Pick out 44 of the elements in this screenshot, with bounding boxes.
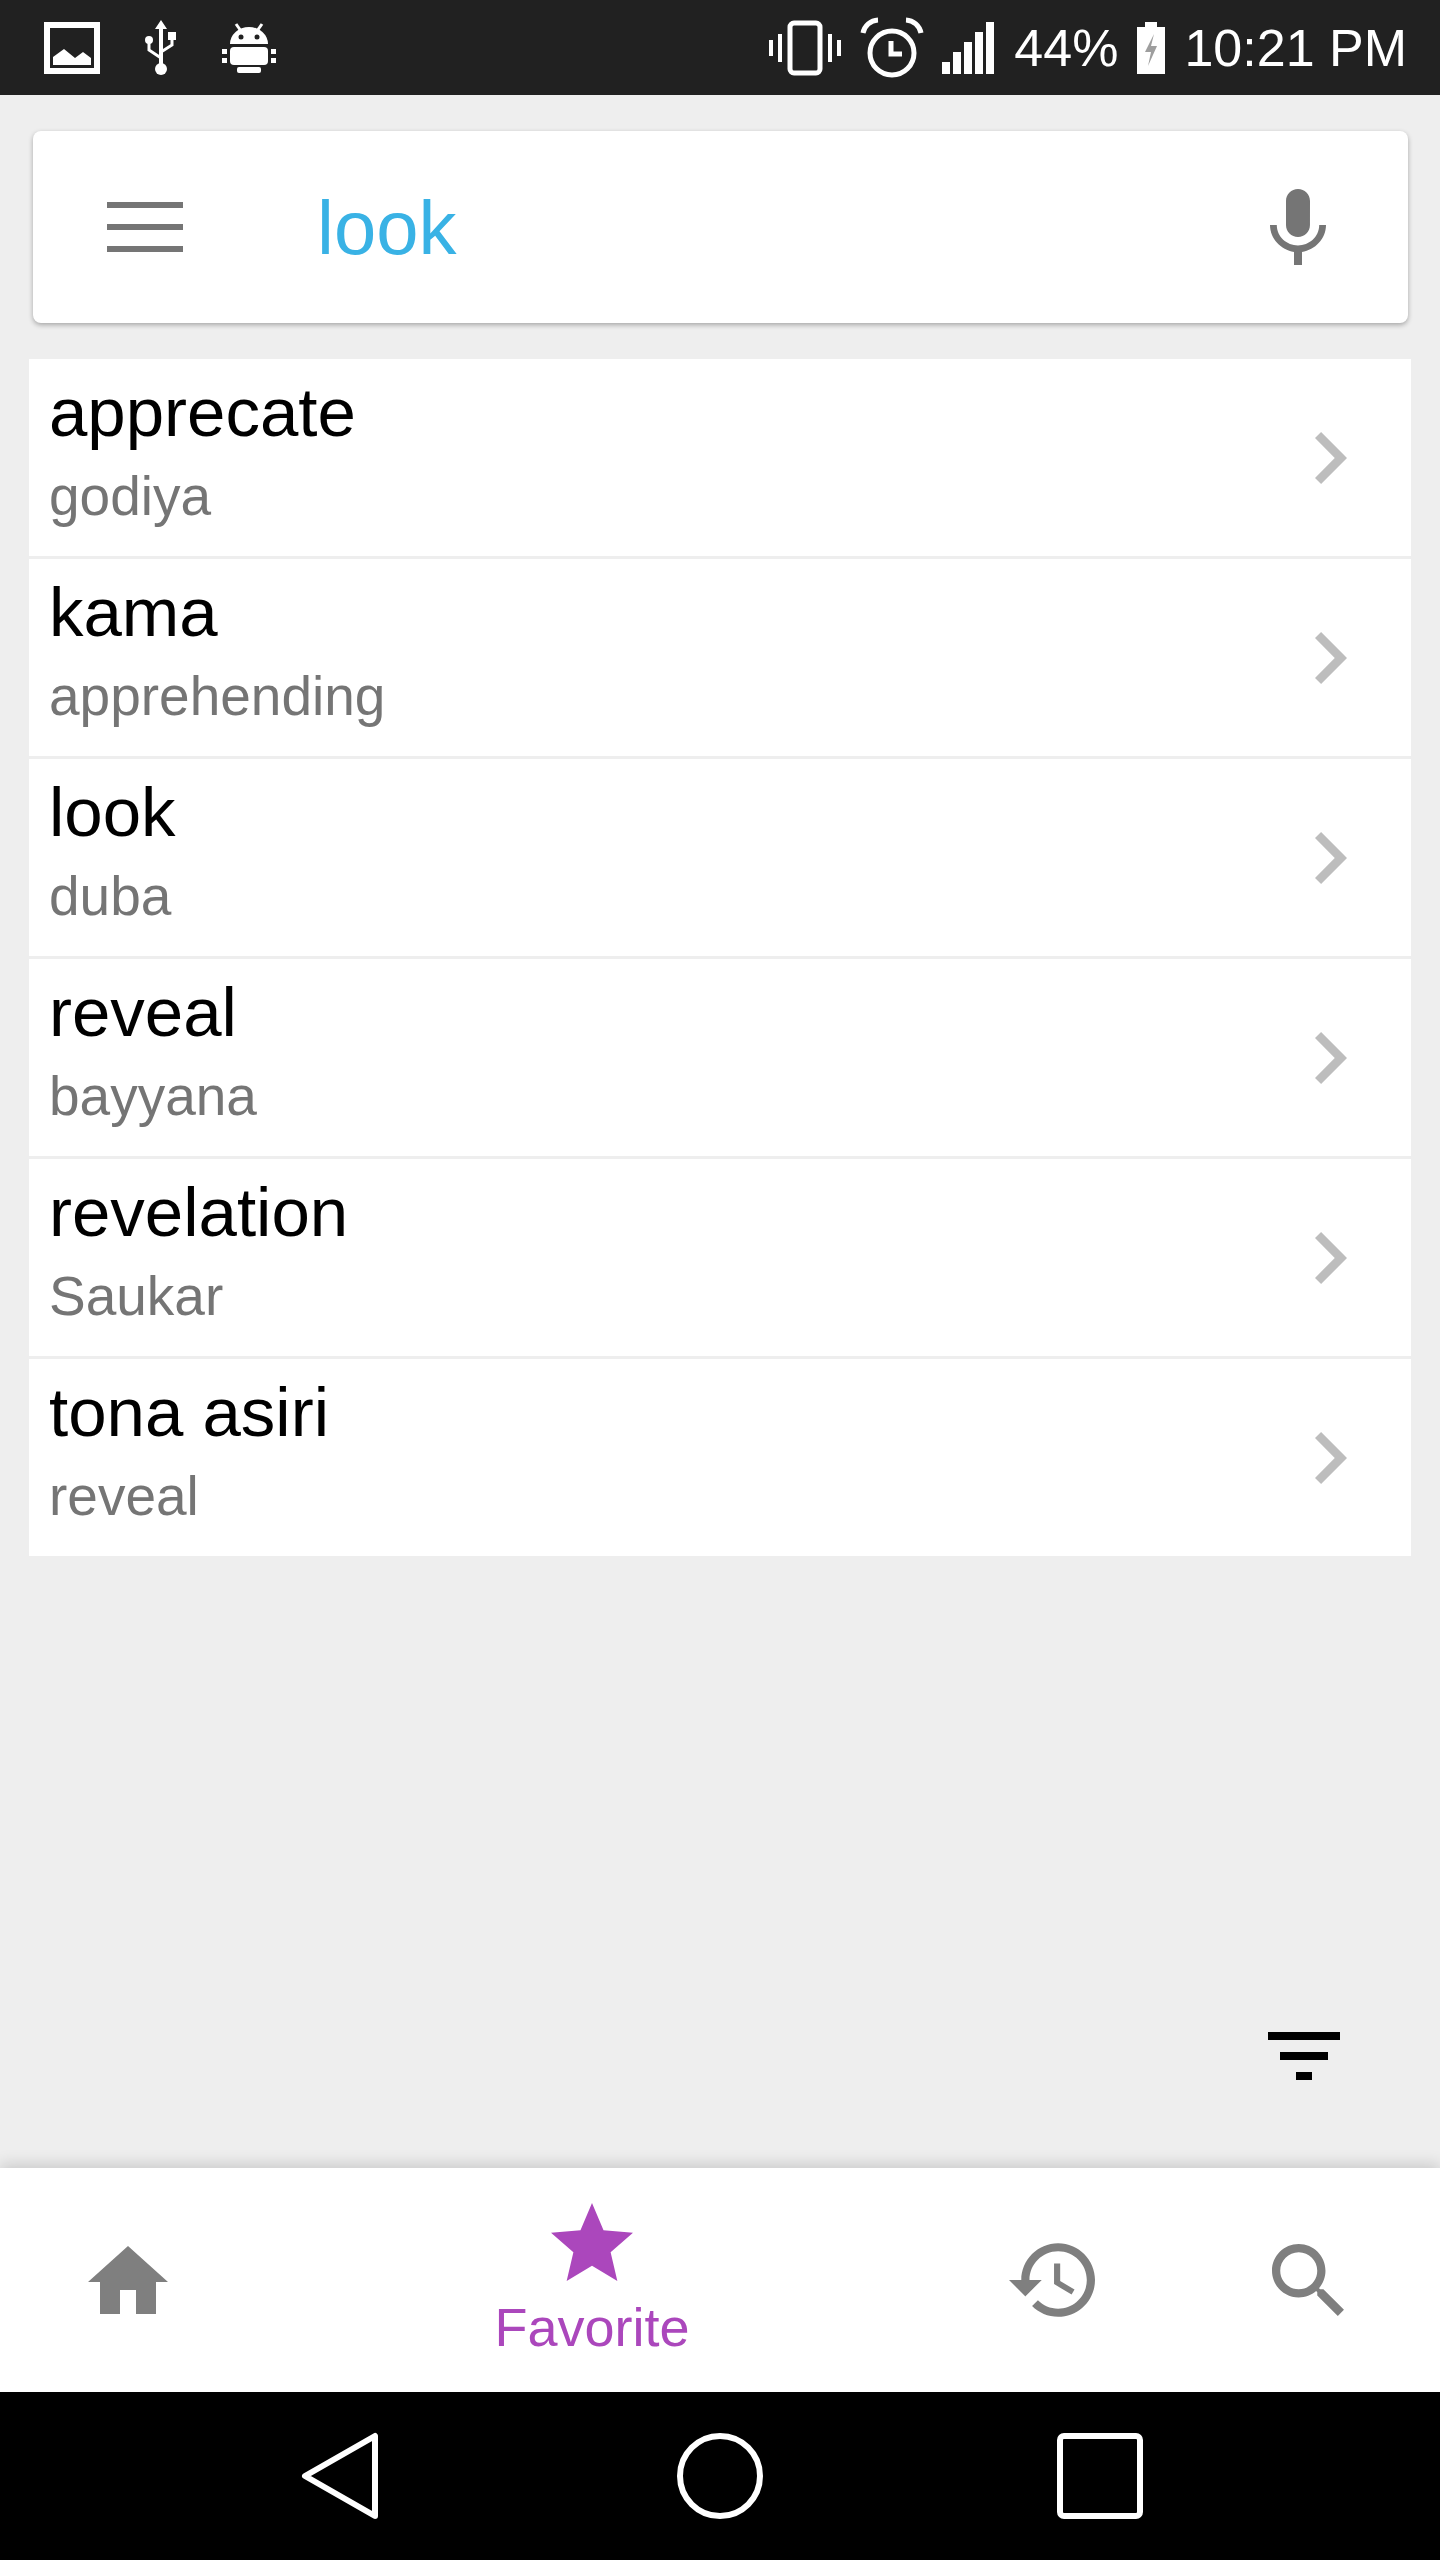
signal-icon	[942, 21, 997, 74]
chevron-right-icon	[1315, 631, 1347, 684]
usb-icon	[144, 19, 178, 76]
vibrate-icon	[768, 19, 843, 76]
word-text: look	[49, 773, 176, 853]
favorite-row[interactable]: reveal bayyana	[29, 959, 1411, 1156]
chevron-right-icon	[1315, 1231, 1347, 1284]
battery-percent: 44%	[1014, 17, 1119, 78]
chevron-right-icon	[1315, 431, 1347, 484]
square-icon	[1057, 2433, 1143, 2519]
translation-text: godiya	[49, 464, 212, 528]
favorite-row[interactable]: tona asiri reveal	[29, 1359, 1411, 1556]
history-icon	[1009, 2243, 1095, 2317]
translation-text: duba	[49, 864, 172, 928]
back-icon	[301, 2432, 379, 2520]
favorite-row[interactable]: revelation Saukar	[29, 1159, 1411, 1356]
word-text: tona asiri	[49, 1373, 329, 1453]
clock-time: 10:21 PM	[1184, 17, 1407, 78]
filter-icon	[1268, 2032, 1340, 2080]
microphone-icon	[1270, 189, 1326, 265]
favorite-row[interactable]: apprecate godiya	[29, 359, 1411, 556]
translation-text: Saukar	[49, 1264, 224, 1328]
word-text: revelation	[49, 1173, 349, 1253]
favorite-row[interactable]: kama apprehending	[29, 559, 1411, 756]
word-text: reveal	[49, 973, 237, 1053]
menu-icon	[107, 202, 183, 252]
nav-tab[interactable]: Favorite	[490, 2199, 694, 2361]
translation-text: apprehending	[49, 664, 386, 728]
robot-icon	[222, 21, 276, 74]
battery-charging-icon	[1136, 21, 1167, 74]
translation-text: bayyana	[49, 1064, 257, 1128]
image-icon	[44, 21, 100, 74]
favorite-row[interactable]: look duba	[29, 759, 1411, 956]
alarm-icon	[860, 15, 925, 80]
translation-text: reveal	[49, 1464, 199, 1528]
search-icon	[1272, 2244, 1344, 2316]
chevron-right-icon	[1315, 1031, 1347, 1084]
chevron-right-icon	[1315, 1431, 1347, 1484]
chevron-right-icon	[1315, 831, 1347, 884]
home-icon	[88, 2246, 168, 2314]
word-text: apprecate	[49, 373, 356, 453]
circle-icon	[677, 2433, 763, 2519]
word-text: kama	[49, 573, 218, 653]
star-icon	[551, 2203, 633, 2281]
